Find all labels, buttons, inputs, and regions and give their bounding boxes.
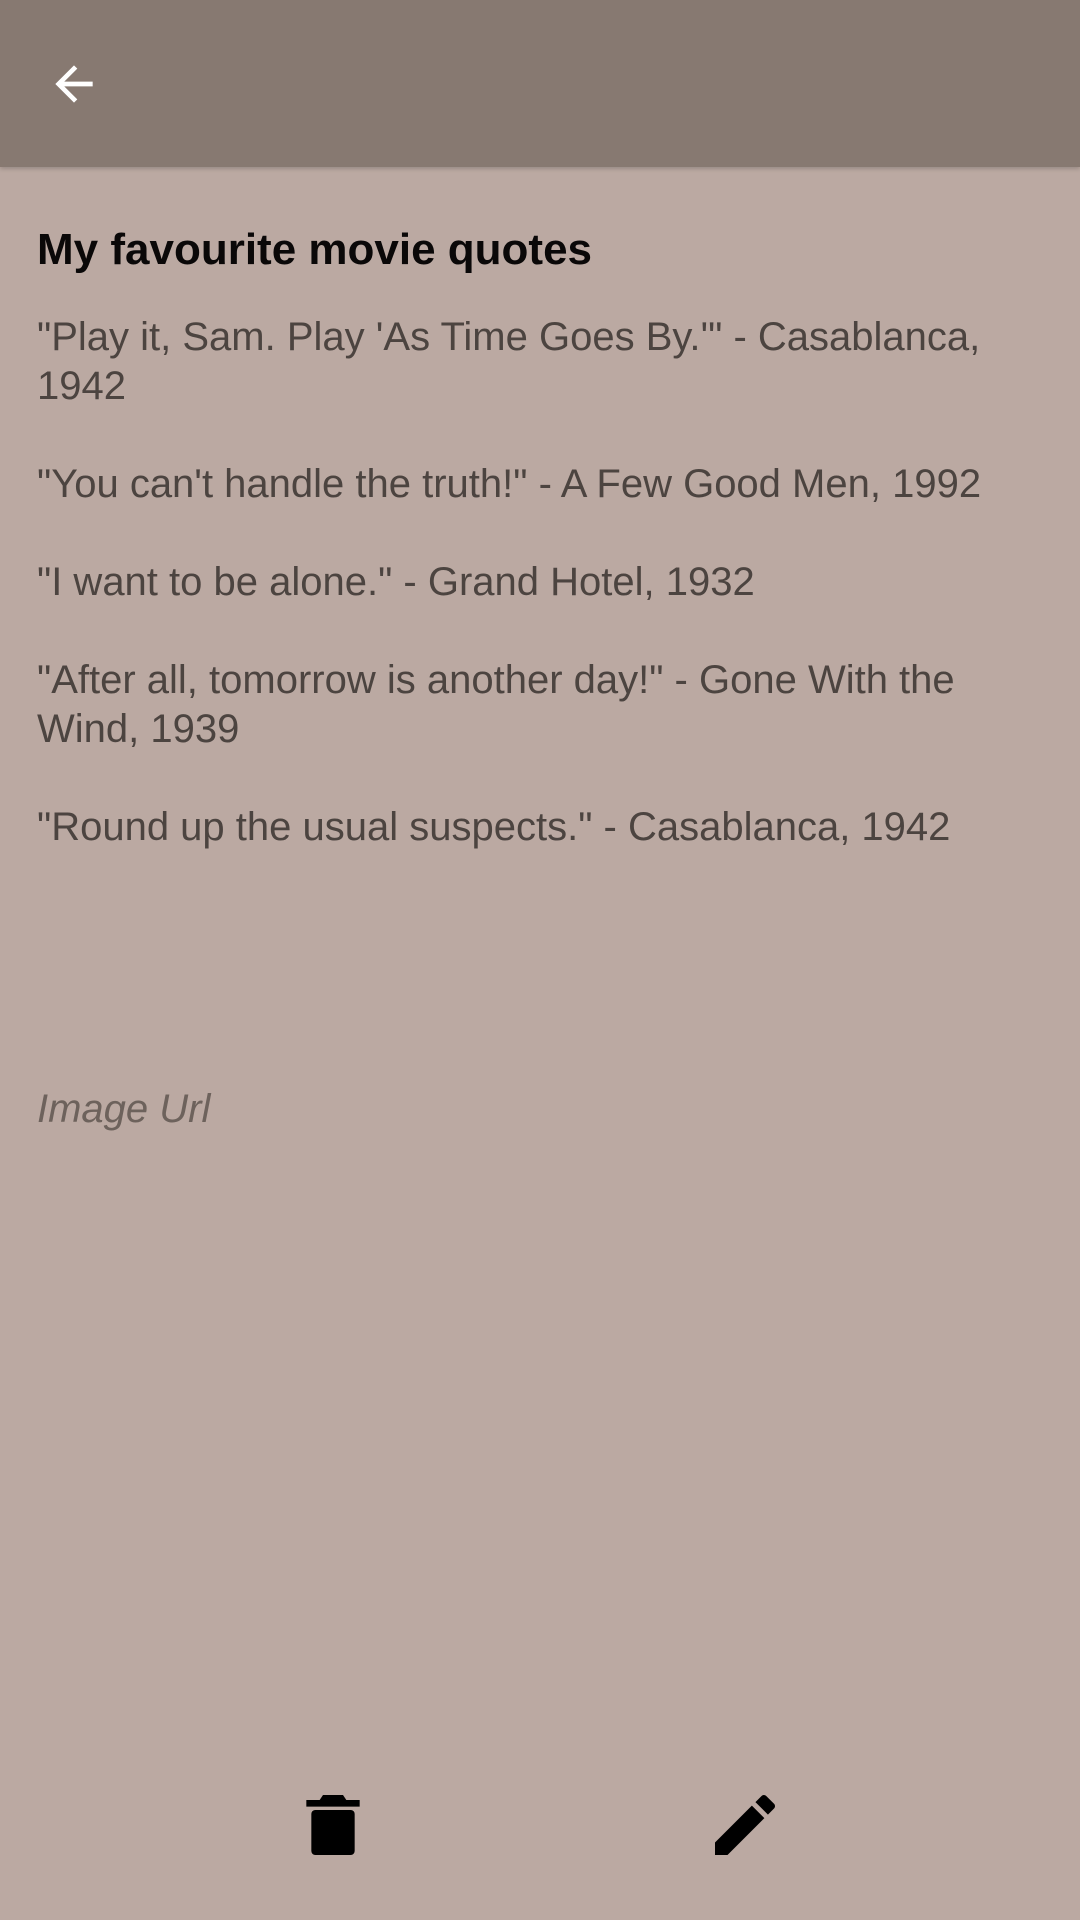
pencil-icon (715, 1794, 776, 1855)
delete-button[interactable] (288, 1780, 378, 1870)
app-bar (0, 0, 1080, 167)
note-body[interactable]: "Play it, Sam. Play 'As Time Goes By.'" … (37, 313, 1047, 852)
note-detail-screen: My favourite movie quotes "Play it, Sam.… (0, 0, 1080, 1920)
note-title[interactable]: My favourite movie quotes (37, 222, 1047, 278)
image-url-field[interactable]: Image Url (37, 1082, 210, 1136)
arrow-back-icon (55, 65, 93, 103)
edit-button[interactable] (700, 1780, 790, 1870)
trash-icon (306, 1795, 360, 1855)
back-button[interactable] (34, 44, 114, 124)
note-content: My favourite movie quotes "Play it, Sam.… (37, 222, 1047, 852)
